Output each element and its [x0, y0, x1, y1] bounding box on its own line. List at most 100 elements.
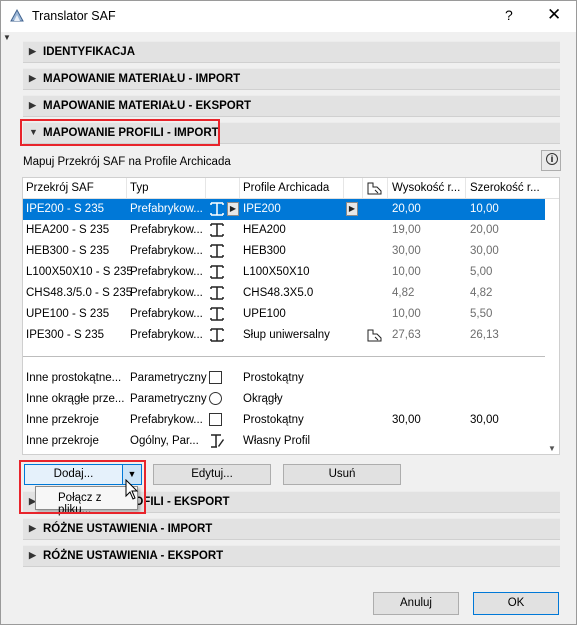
- saf-cell: IPE300 - S 235: [26, 329, 104, 341]
- table-row[interactable]: IPE200 - S 235 Prefabrykow... ▶ IPE200 ▶…: [23, 199, 545, 220]
- type-cell: Prefabrykow...: [130, 308, 203, 320]
- type-cell: Prefabrykow...: [130, 287, 203, 299]
- table-header: Przekrój SAF Typ Profile Archicada Wysok…: [23, 178, 559, 199]
- app-icon: [10, 8, 24, 22]
- saf-cell: HEB300 - S 235: [26, 245, 110, 257]
- i-beam-icon: [210, 223, 224, 237]
- saf-cell: UPE100 - S 235: [26, 308, 110, 320]
- table-row[interactable]: IPE300 - S 235 Prefabrykow... Słup uniwe…: [23, 325, 545, 346]
- complex-profile-icon: [367, 329, 382, 342]
- translator-saf-dialog: Translator SAF ? ✕ ▼ ▶ IDENTYFIKACJA ▶ M…: [0, 0, 577, 625]
- profile-cell: Własny Profil: [243, 435, 311, 447]
- table-row[interactable]: HEB300 - S 235 Prefabrykow... HEB300 30,…: [23, 241, 545, 262]
- ok-button[interactable]: OK: [473, 592, 559, 615]
- saf-cell: L100X50X10 - S 235: [26, 266, 133, 278]
- i-beam-icon: [210, 286, 224, 300]
- type-cell: Parametryczny: [130, 372, 207, 384]
- profile-cell: HEB300: [243, 245, 286, 257]
- i-beam-icon: [210, 244, 224, 258]
- column-header-profile[interactable]: Profile Archicada: [243, 182, 329, 194]
- height-cell: 19,00: [392, 224, 421, 236]
- profile-cell: HEA200: [243, 224, 286, 236]
- delete-button[interactable]: Usuń: [283, 464, 401, 485]
- i-beam-icon: [210, 328, 224, 342]
- edit-button[interactable]: Edytuj...: [153, 464, 271, 485]
- column-header-type[interactable]: Typ: [130, 182, 149, 194]
- table-divider: [23, 356, 545, 357]
- height-cell: 30,00: [392, 245, 421, 257]
- type-cell: Parametryczny: [130, 393, 207, 405]
- width-cell: 4,82: [470, 287, 493, 299]
- table-row[interactable]: UPE100 - S 235 Prefabrykow... UPE100 10,…: [23, 304, 545, 325]
- type-cell: Ogólny, Par...: [130, 435, 199, 447]
- height-cell: 20,00: [392, 203, 421, 215]
- i-beam-icon: [210, 265, 224, 279]
- circle-profile-icon: [209, 392, 222, 405]
- section-misc-import[interactable]: ▶ RÓŻNE USTAWIENIA - IMPORT: [23, 518, 560, 540]
- caret-right-icon: ▶: [29, 100, 36, 110]
- cancel-button[interactable]: Anuluj: [373, 592, 459, 615]
- height-cell: 10,00: [392, 308, 421, 320]
- table-row[interactable]: Inne okrągłe prze... Parametryczny Okrąg…: [23, 389, 545, 410]
- column-header-saf[interactable]: Przekrój SAF: [26, 182, 94, 194]
- type-cell: Prefabrykow...: [130, 203, 203, 215]
- section-label: IDENTYFIKACJA: [43, 46, 136, 58]
- caret-right-icon: ▶: [29, 73, 36, 83]
- profile-cell: Prostokątny: [243, 414, 304, 426]
- table-row[interactable]: Inne prostokątne... Parametryczny Prosto…: [23, 368, 545, 389]
- type-cell: Prefabrykow...: [130, 329, 203, 341]
- column-header-height[interactable]: Wysokość r...: [392, 182, 460, 194]
- close-button[interactable]: ✕: [547, 5, 561, 25]
- arrow-right-icon[interactable]: ▶: [227, 202, 239, 216]
- section-label: MAPOWANIE MATERIAŁU - IMPORT: [43, 73, 241, 85]
- caret-right-icon: ▶: [29, 46, 36, 56]
- width-cell: 26,13: [470, 329, 499, 341]
- type-cell: Prefabrykow...: [130, 266, 203, 278]
- saf-cell: Inne prostokątne...: [26, 372, 122, 384]
- profile-cell: IPE200: [243, 203, 281, 215]
- type-cell: Prefabrykow...: [130, 414, 203, 426]
- info-button[interactable]: i: [541, 150, 561, 171]
- caret-right-icon: ▶: [29, 550, 36, 560]
- chevron-down-icon[interactable]: ▼: [548, 444, 556, 453]
- complex-profile-icon: [367, 182, 382, 195]
- saf-cell: Inne przekroje: [26, 414, 99, 426]
- column-header-width[interactable]: Szerokość r...: [470, 182, 540, 194]
- rectangle-profile-icon: [209, 371, 222, 384]
- saf-cell: IPE200 - S 235: [26, 203, 104, 215]
- saf-cell: Inne okrągłe prze...: [26, 393, 125, 405]
- type-cell: Prefabrykow...: [130, 224, 203, 236]
- profile-cell: Okrągły: [243, 393, 283, 405]
- table-row[interactable]: L100X50X10 - S 235 Prefabrykow... L100X5…: [23, 262, 545, 283]
- profile-cell: Prostokątny: [243, 372, 304, 384]
- width-cell: 30,00: [470, 245, 499, 257]
- arrow-right-icon[interactable]: ▶: [346, 202, 358, 216]
- profile-mapping-table: Przekrój SAF Typ Profile Archicada Wysok…: [22, 177, 560, 455]
- section-material-import[interactable]: ▶ MAPOWANIE MATERIAŁU - IMPORT: [23, 68, 560, 90]
- caret-right-icon: ▶: [29, 523, 36, 533]
- table-row[interactable]: Inne przekroje Prefabrykow... Prostokątn…: [23, 410, 545, 431]
- table-scrollbar[interactable]: ▼: [545, 199, 559, 454]
- window-title: Translator SAF: [32, 9, 116, 23]
- info-icon: i: [546, 153, 558, 165]
- saf-cell: CHS48.3/5.0 - S 235: [26, 287, 133, 299]
- table-row[interactable]: HEA200 - S 235 Prefabrykow... HEA200 19,…: [23, 220, 545, 241]
- profile-cell: UPE100: [243, 308, 286, 320]
- caret-down-icon: ▼: [3, 33, 11, 42]
- i-beam-icon: [210, 202, 224, 216]
- highlight-box-section: [20, 119, 220, 146]
- section-misc-export[interactable]: ▶ RÓŻNE USTAWIENIA - EKSPORT: [23, 545, 560, 567]
- section-material-export[interactable]: ▶ MAPOWANIE MATERIAŁU - EKSPORT: [23, 95, 560, 117]
- section-identyfikacja[interactable]: ▶ IDENTYFIKACJA: [23, 41, 560, 63]
- width-cell: 30,00: [470, 414, 499, 426]
- width-cell: 5,50: [470, 308, 493, 320]
- mouse-cursor-icon: [125, 479, 139, 500]
- table-row[interactable]: Inne przekroje Ogólny, Par... Własny Pro…: [23, 431, 545, 452]
- help-button[interactable]: ?: [505, 7, 513, 23]
- width-cell: 20,00: [470, 224, 499, 236]
- rectangle-profile-icon: [209, 413, 222, 426]
- width-cell: 10,00: [470, 203, 499, 215]
- profile-import-subtitle: Mapuj Przekrój SAF na Profile Archicada: [23, 156, 231, 168]
- table-row[interactable]: CHS48.3/5.0 - S 235 Prefabrykow... CHS48…: [23, 283, 545, 304]
- i-beam-icon: [210, 307, 224, 321]
